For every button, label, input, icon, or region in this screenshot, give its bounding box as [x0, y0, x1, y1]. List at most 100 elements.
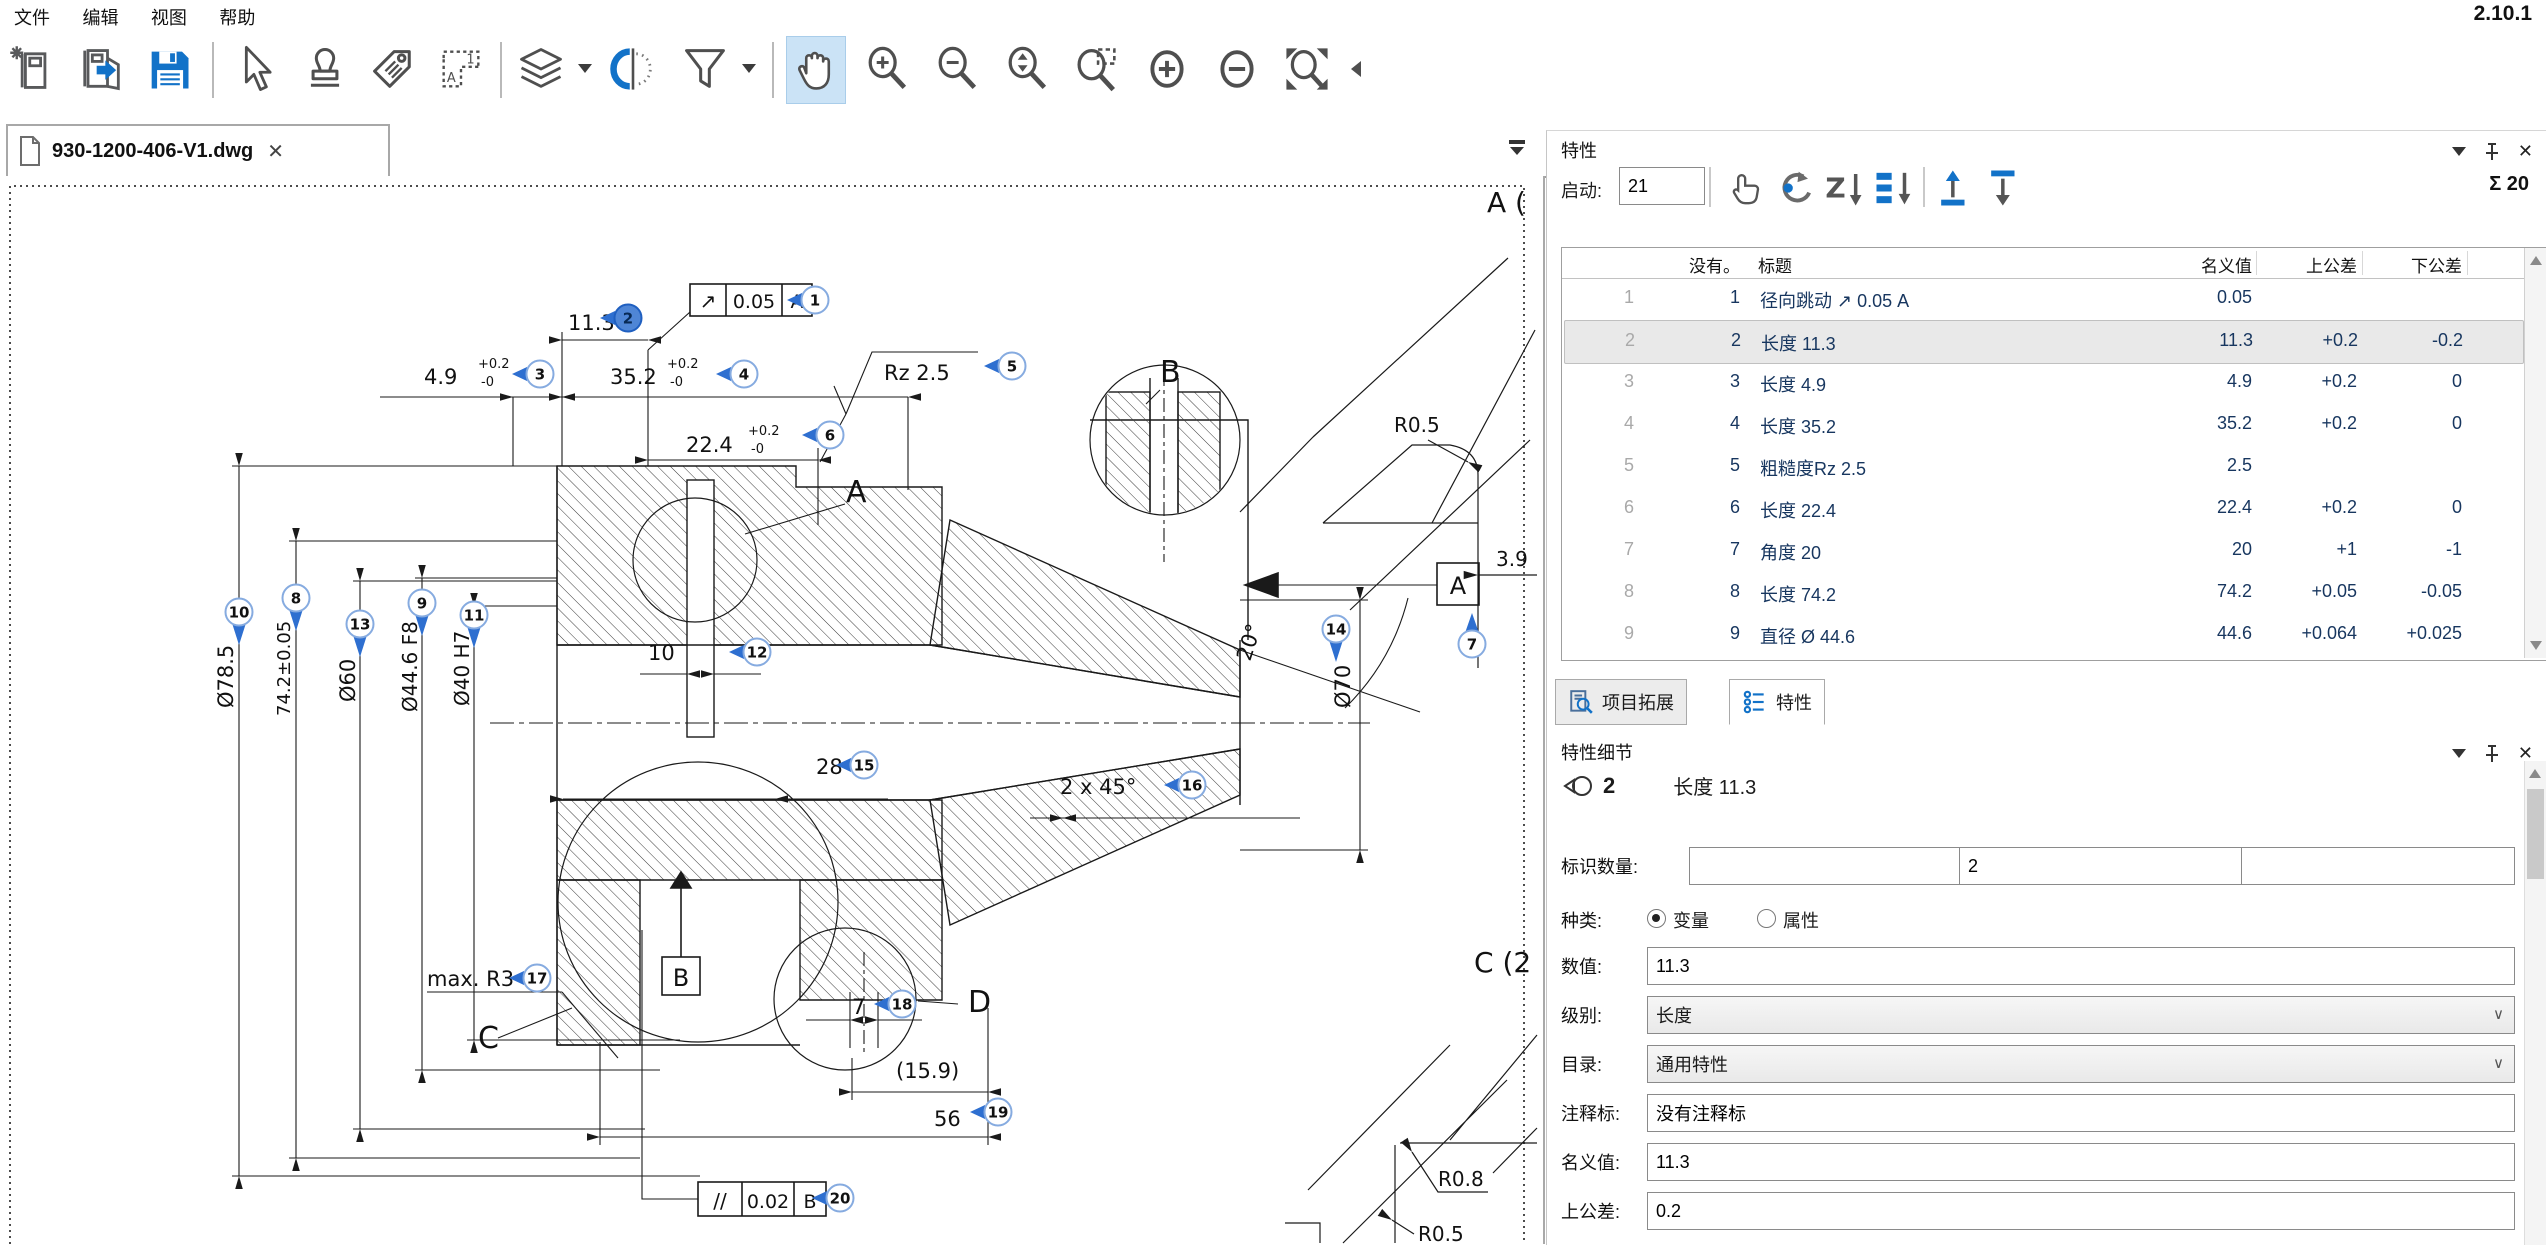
table-row[interactable]: 22长度 11.311.3+0.2-0.2	[1564, 320, 2524, 364]
layers-dropdown-arrow[interactable]	[578, 64, 592, 73]
scroll-up-icon[interactable]	[2530, 256, 2542, 265]
balloon-markers[interactable]: 1234567891011121314151617181920	[226, 287, 1486, 1212]
id-count-input[interactable]	[1959, 847, 2243, 885]
field-input[interactable]	[1647, 947, 2515, 985]
balloon-14[interactable]: 14	[1323, 616, 1350, 663]
field-input[interactable]	[1647, 1192, 2515, 1230]
table-cell: 5	[1644, 455, 1740, 476]
pin-icon[interactable]	[2484, 745, 2500, 763]
scroll-down-icon[interactable]	[2530, 641, 2542, 650]
zoom-fit-button[interactable]	[1278, 36, 1336, 102]
table-row[interactable]: 33长度 4.94.9+0.20	[1564, 362, 2522, 404]
col-header-title[interactable]: 标题	[1758, 252, 1792, 277]
balloon-17[interactable]: 17	[509, 965, 551, 992]
app-version: 2.10.1	[2474, 2, 2532, 26]
dim-text-d49: 4.9	[424, 365, 457, 389]
balloon-19[interactable]: 19	[970, 1099, 1012, 1126]
table-cell: 4	[1564, 413, 1634, 434]
rotate-icon[interactable]	[1773, 167, 1815, 209]
table-row[interactable]: 88长度 74.274.2+0.05-0.05	[1564, 572, 2522, 614]
properties-toolbar: Z	[1723, 167, 2025, 209]
field-input[interactable]	[1647, 1143, 2515, 1181]
col-header-lower[interactable]: 下公差	[2367, 252, 2462, 277]
zoom-vertical-tool-button[interactable]	[998, 36, 1056, 102]
balloon-5[interactable]: 5	[984, 353, 1026, 380]
move-bottom-icon[interactable]	[1983, 167, 2025, 209]
save-button[interactable]	[140, 36, 198, 102]
pointer-hand-icon[interactable]	[1723, 167, 1765, 209]
panel-dropdown-icon[interactable]	[2452, 749, 2466, 758]
table-scrollbar[interactable]	[2524, 248, 2546, 658]
col-header-no[interactable]: 没有。	[1642, 252, 1740, 277]
balloon-7[interactable]: 7	[1459, 613, 1486, 658]
col-header-nominal[interactable]: 名义值	[2122, 252, 2252, 277]
select-tool-button[interactable]	[226, 36, 284, 102]
table-row[interactable]: 55粗糙度Rz 2.52.5	[1564, 446, 2522, 488]
table-row[interactable]: 44长度 35.235.2+0.20	[1564, 404, 2522, 446]
table-cell: 35.2	[2124, 413, 2252, 434]
svg-text:3: 3	[535, 366, 545, 384]
field-select[interactable]: 通用特性∨	[1647, 1045, 2515, 1083]
decrease-button[interactable]	[1208, 36, 1266, 102]
stamp-tool-button[interactable]	[296, 36, 354, 102]
increase-button[interactable]	[1138, 36, 1196, 102]
toolbar-collapse-arrow[interactable]	[1344, 36, 1370, 102]
radio-selected[interactable]	[1647, 909, 1666, 928]
scroll-thumb[interactable]	[2527, 789, 2544, 879]
menu-file[interactable]: 文件	[0, 0, 64, 30]
tab-close-icon[interactable]: ✕	[267, 139, 284, 164]
balloon-20[interactable]: 20	[812, 1185, 854, 1212]
table-row[interactable]: 77角度 2020+1-1	[1564, 530, 2522, 572]
menu-view[interactable]: 视图	[137, 0, 201, 30]
dim-text-detailB: B	[1160, 355, 1181, 390]
mirror-view-button[interactable]	[604, 36, 662, 102]
zoom-in-tool-button[interactable]	[858, 36, 916, 102]
col-header-upper[interactable]: 上公差	[2262, 252, 2357, 277]
list-sort-icon[interactable]	[1873, 167, 1915, 209]
filter-dropdown-arrow[interactable]	[742, 64, 756, 73]
id-count-input[interactable]	[1689, 847, 1963, 885]
zoom-out-tool-button[interactable]	[928, 36, 986, 102]
pan-tool-button[interactable]	[786, 36, 846, 104]
drawing-canvas[interactable]: 11.34.9+0.2-035.2+0.2-0Rz 2.522.4+0.2-0A…	[0, 176, 1545, 1244]
balloon-3[interactable]: 3	[512, 361, 554, 388]
z-order-icon[interactable]: Z	[1823, 167, 1865, 209]
dim-text-fcf2ref: B	[803, 1191, 816, 1213]
balloon-4[interactable]: 4	[716, 361, 758, 388]
tag-tool-button[interactable]	[364, 36, 422, 102]
open-document-button[interactable]	[72, 36, 130, 102]
balloon-13[interactable]: 13	[347, 611, 374, 658]
field-input[interactable]	[1647, 1094, 2515, 1132]
start-input[interactable]	[1619, 167, 1705, 205]
start-label: 启动:	[1561, 177, 1602, 203]
panel-dropdown-icon[interactable]	[2452, 147, 2466, 156]
new-document-button[interactable]	[4, 36, 62, 102]
tab-properties[interactable]: 特性	[1729, 679, 1825, 725]
move-top-icon[interactable]	[1933, 167, 1975, 209]
radio-unselected[interactable]	[1757, 909, 1776, 928]
document-tab[interactable]: 930-1200-406-V1.dwg ✕	[6, 124, 390, 176]
menu-help[interactable]: 帮助	[205, 0, 269, 30]
scroll-up-icon[interactable]	[2529, 769, 2541, 778]
id-count-input[interactable]	[2241, 847, 2515, 885]
table-row[interactable]: 99直径 Ø 44.644.6+0.064+0.025	[1564, 614, 2522, 656]
details-scrollbar[interactable]	[2524, 761, 2546, 1245]
panel-close-icon[interactable]: ✕	[2518, 141, 2533, 162]
balloon-10[interactable]: 10	[226, 599, 253, 646]
pin-icon[interactable]	[2484, 143, 2500, 161]
table-cell: -1	[2369, 539, 2462, 560]
balloon-6[interactable]: 6	[802, 422, 844, 449]
svg-text:11: 11	[464, 607, 485, 625]
canvas-menu-chevron[interactable]	[1506, 136, 1528, 160]
filter-button[interactable]	[676, 36, 734, 102]
table-row[interactable]: 11径向跳动 ↗ 0.05 A0.05	[1564, 278, 2522, 320]
sum-count: Σ 20	[2489, 173, 2529, 196]
tab-project-expansion[interactable]: 项目拓展	[1555, 679, 1687, 725]
document-icon	[18, 136, 42, 166]
menu-edit[interactable]: 编辑	[68, 0, 132, 30]
table-row[interactable]: 66长度 22.422.4+0.20	[1564, 488, 2522, 530]
zoom-window-tool-button[interactable]	[1068, 36, 1126, 102]
field-select[interactable]: 长度∨	[1647, 996, 2515, 1034]
partial-selection-tool-button[interactable]: 1 A	[432, 36, 490, 102]
layers-button[interactable]	[512, 36, 570, 102]
